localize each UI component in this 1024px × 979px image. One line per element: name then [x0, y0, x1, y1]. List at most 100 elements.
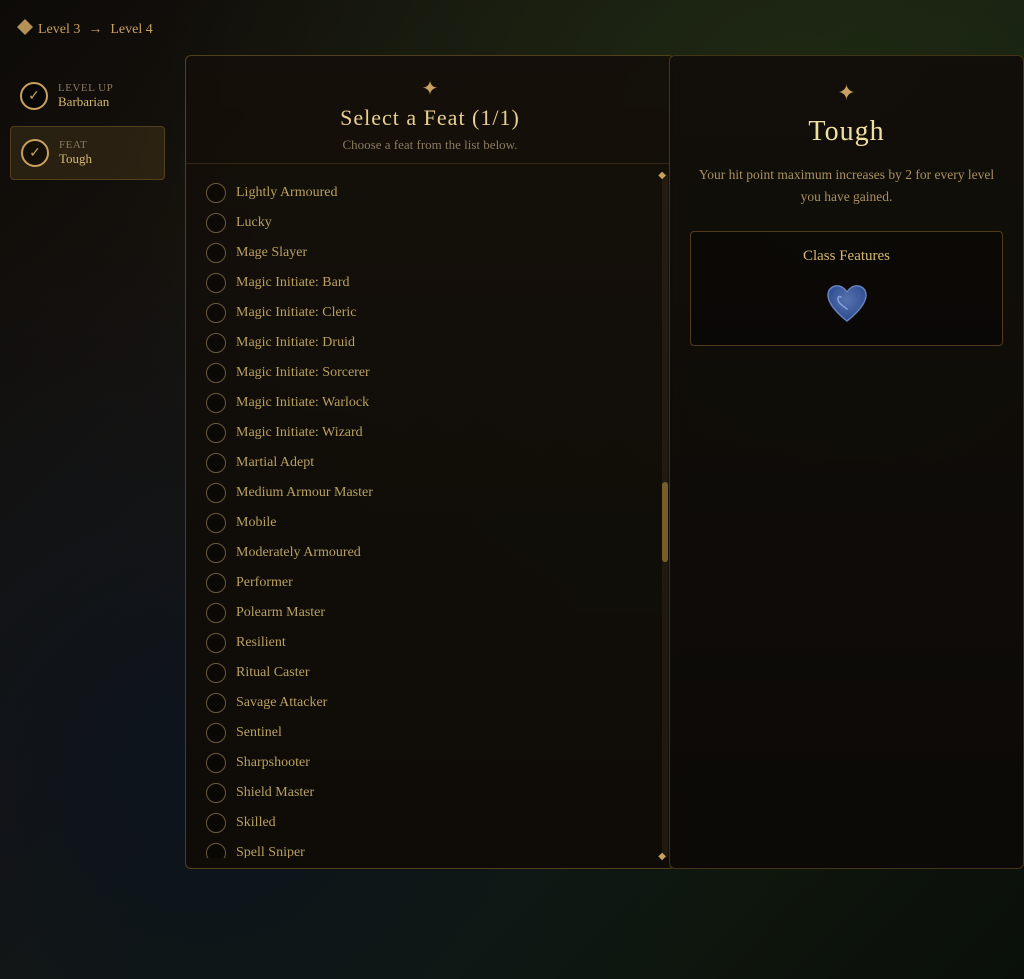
feat-name-label: Magic Initiate: Bard — [236, 275, 350, 291]
radio-button — [206, 753, 226, 773]
panel-header-icon: ✦ — [206, 76, 654, 101]
feat-item[interactable]: Shield Master — [202, 778, 654, 808]
radio-button — [206, 513, 226, 533]
radio-button — [206, 663, 226, 683]
scroll-track[interactable]: ◆ ◆ — [662, 174, 668, 858]
feat-item[interactable]: Performer — [202, 568, 654, 598]
feat-item[interactable]: Martial Adept — [202, 448, 654, 478]
radio-button — [206, 783, 226, 803]
radio-button — [206, 843, 226, 858]
radio-button — [206, 393, 226, 413]
check-circle-feat-tough: ✓ — [21, 139, 49, 167]
feat-list-container: Lightly Armoured Lucky Mage Slayer Magic In… — [186, 164, 674, 868]
sidebar-label-feat: Feat — [59, 139, 92, 151]
class-features-box: Class Features — [690, 231, 1003, 346]
feat-name-label: Sentinel — [236, 725, 282, 741]
level-to-badge: Level 4 — [110, 22, 152, 38]
sidebar-item-feat-tough[interactable]: ✓ Feat Tough — [10, 126, 165, 180]
feat-name-label: Performer — [236, 575, 293, 591]
panel-title: Select a Feat (1/1) — [206, 105, 654, 131]
feat-name-label: Shield Master — [236, 785, 314, 801]
feat-item[interactable]: Mage Slayer — [202, 238, 654, 268]
radio-button — [206, 573, 226, 593]
feat-name-label: Magic Initiate: Warlock — [236, 395, 369, 411]
feat-item[interactable]: Savage Attacker — [202, 688, 654, 718]
top-bar: Level 3 → Level 4 — [16, 18, 153, 41]
radio-button — [206, 453, 226, 473]
feat-name-label: Magic Initiate: Cleric — [236, 305, 357, 321]
radio-button — [206, 543, 226, 563]
radio-button — [206, 243, 226, 263]
feat-name-label: Spell Sniper — [236, 845, 305, 858]
feat-list[interactable]: Lightly Armoured Lucky Mage Slayer Magic In… — [186, 174, 674, 858]
radio-button — [206, 633, 226, 653]
radio-button — [206, 363, 226, 383]
radio-button — [206, 723, 226, 743]
feat-name-label: Magic Initiate: Sorcerer — [236, 365, 370, 381]
feat-name-label: Martial Adept — [236, 455, 314, 471]
class-features-title: Class Features — [707, 248, 986, 265]
feat-name-label: Magic Initiate: Druid — [236, 335, 355, 351]
heart-icon — [822, 279, 872, 329]
feat-name-label: Skilled — [236, 815, 276, 831]
feat-item[interactable]: Mobile — [202, 508, 654, 538]
radio-button — [206, 333, 226, 353]
feat-item[interactable]: Magic Initiate: Wizard — [202, 418, 654, 448]
feat-item[interactable]: Magic Initiate: Cleric — [202, 298, 654, 328]
sidebar-sublabel-level-up: Barbarian — [58, 94, 113, 110]
sidebar-item-level-up[interactable]: ✓ Level Up Barbarian — [10, 70, 165, 122]
feat-item[interactable]: Polearm Master — [202, 598, 654, 628]
level-icon — [16, 18, 34, 41]
radio-button — [206, 183, 226, 203]
feat-name-label: Lightly Armoured — [236, 185, 338, 201]
feat-item[interactable]: Spell Sniper — [202, 838, 654, 858]
feat-item[interactable]: Resilient — [202, 628, 654, 658]
panel-subtitle: Choose a feat from the list below. — [206, 137, 654, 153]
feat-item[interactable]: Lightly Armoured — [202, 178, 654, 208]
feat-item[interactable]: Sharpshooter — [202, 748, 654, 778]
sidebar-sublabel-feat: Tough — [59, 151, 92, 167]
class-features-icon — [707, 279, 986, 329]
info-panel-icon: ✦ — [837, 80, 855, 106]
feat-name-label: Savage Attacker — [236, 695, 327, 711]
scroll-diamond-top-icon: ◆ — [658, 170, 666, 181]
sidebar-label-level-up: Level Up — [58, 82, 113, 94]
radio-button — [206, 423, 226, 443]
radio-button — [206, 303, 226, 323]
radio-button — [206, 273, 226, 293]
feat-name-label: Mobile — [236, 515, 276, 531]
feat-title: Tough — [808, 116, 884, 148]
feat-item[interactable]: Medium Armour Master — [202, 478, 654, 508]
feat-item[interactable]: Lucky — [202, 208, 654, 238]
feat-item[interactable]: Sentinel — [202, 718, 654, 748]
radio-button — [206, 213, 226, 233]
panel-header: ✦ Select a Feat (1/1) Choose a feat from… — [186, 56, 674, 164]
radio-button — [206, 603, 226, 623]
feat-item[interactable]: Magic Initiate: Sorcerer — [202, 358, 654, 388]
feat-name-label: Resilient — [236, 635, 286, 651]
scroll-thumb[interactable] — [662, 482, 668, 562]
radio-button — [206, 693, 226, 713]
level-to-label: Level 4 — [110, 22, 152, 38]
feat-item[interactable]: Moderately Armoured — [202, 538, 654, 568]
scroll-diamond-bottom-icon: ◆ — [658, 851, 666, 862]
feat-description: Your hit point maximum increases by 2 fo… — [690, 164, 1003, 207]
feat-item[interactable]: Magic Initiate: Bard — [202, 268, 654, 298]
feat-name-label: Medium Armour Master — [236, 485, 373, 501]
feat-item[interactable]: Magic Initiate: Warlock — [202, 388, 654, 418]
feat-name-label: Ritual Caster — [236, 665, 310, 681]
level-from-badge: Level 3 — [16, 18, 80, 41]
radio-button — [206, 483, 226, 503]
feat-name-label: Sharpshooter — [236, 755, 310, 771]
info-panel: ✦ Tough Your hit point maximum increases… — [669, 55, 1024, 869]
feat-item[interactable]: Ritual Caster — [202, 658, 654, 688]
main-panel: ✦ Select a Feat (1/1) Choose a feat from… — [185, 55, 675, 869]
feat-name-label: Polearm Master — [236, 605, 325, 621]
radio-button — [206, 813, 226, 833]
feat-item[interactable]: Magic Initiate: Druid — [202, 328, 654, 358]
feat-name-label: Moderately Armoured — [236, 545, 361, 561]
feat-name-label: Lucky — [236, 215, 272, 231]
check-circle-level-up: ✓ — [20, 82, 48, 110]
feat-name-label: Mage Slayer — [236, 245, 307, 261]
feat-item[interactable]: Skilled — [202, 808, 654, 838]
